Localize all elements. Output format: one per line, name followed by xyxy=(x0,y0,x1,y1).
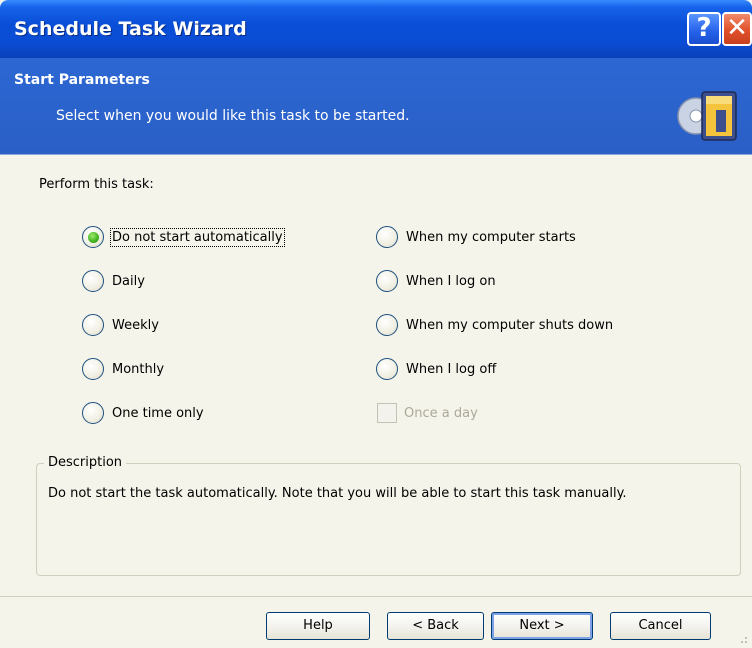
radio-button[interactable] xyxy=(82,314,104,336)
radio-label: When I log on xyxy=(406,273,496,289)
radio-weekly[interactable]: Weekly xyxy=(82,313,159,337)
description-legend: Description xyxy=(44,455,127,470)
radio-one-time-only[interactable]: One time only xyxy=(82,401,204,425)
schedule-wizard-icon xyxy=(677,91,737,141)
title-bar[interactable]: Schedule Task Wizard ? ✕ xyxy=(0,0,752,58)
perform-task-label: Perform this task: xyxy=(39,177,154,192)
radio-label: Weekly xyxy=(112,317,159,333)
page-subtitle: Select when you would like this task to … xyxy=(56,108,410,124)
radio-button[interactable] xyxy=(82,270,104,292)
radio-label: Daily xyxy=(112,273,145,289)
close-button[interactable]: ✕ xyxy=(722,12,752,46)
once-a-day-checkbox xyxy=(377,403,397,423)
radio-button[interactable] xyxy=(376,358,398,380)
once-a-day-label: Once a day xyxy=(404,405,478,421)
cancel-button[interactable]: Cancel xyxy=(610,612,711,640)
wizard-window: Schedule Task Wizard ? ✕ Start Parameter… xyxy=(0,0,752,648)
back-button[interactable]: < Back xyxy=(387,612,484,640)
radio-daily[interactable]: Daily xyxy=(82,269,145,293)
radio-label: When my computer shuts down xyxy=(406,317,614,333)
description-group xyxy=(36,463,741,576)
resize-grip-icon[interactable] xyxy=(736,632,748,644)
radio-when-i-log-off[interactable]: When I log off xyxy=(376,357,496,381)
radio-when-computer-shuts-down[interactable]: When my computer shuts down xyxy=(376,313,613,337)
once-a-day-checkbox-row: Once a day xyxy=(377,401,478,425)
radio-label: When I log off xyxy=(406,361,497,377)
help-button[interactable]: Help xyxy=(266,612,370,640)
window-title: Schedule Task Wizard xyxy=(14,18,247,40)
radio-button[interactable] xyxy=(376,226,398,248)
radio-do-not-start[interactable]: Do not start automatically xyxy=(82,225,285,249)
radio-button[interactable] xyxy=(376,270,398,292)
radio-button[interactable] xyxy=(82,402,104,424)
radio-when-i-log-on[interactable]: When I log on xyxy=(376,269,496,293)
radio-label: Monthly xyxy=(112,361,165,377)
radio-monthly[interactable]: Monthly xyxy=(82,357,164,381)
radio-label: Do not start automatically xyxy=(110,227,285,247)
radio-label: One time only xyxy=(112,405,204,421)
wizard-header: Start Parameters Select when you would l… xyxy=(0,58,752,155)
radio-when-computer-starts[interactable]: When my computer starts xyxy=(376,225,576,249)
radio-button-checked[interactable] xyxy=(82,226,104,248)
help-title-button[interactable]: ? xyxy=(687,12,721,46)
radio-label: When my computer starts xyxy=(406,229,576,245)
radio-button[interactable] xyxy=(82,358,104,380)
footer-divider xyxy=(0,596,752,597)
description-text: Do not start the task automatically. Not… xyxy=(48,486,627,501)
page-title: Start Parameters xyxy=(14,72,150,88)
radio-button[interactable] xyxy=(376,314,398,336)
next-button[interactable]: Next > xyxy=(491,612,593,640)
